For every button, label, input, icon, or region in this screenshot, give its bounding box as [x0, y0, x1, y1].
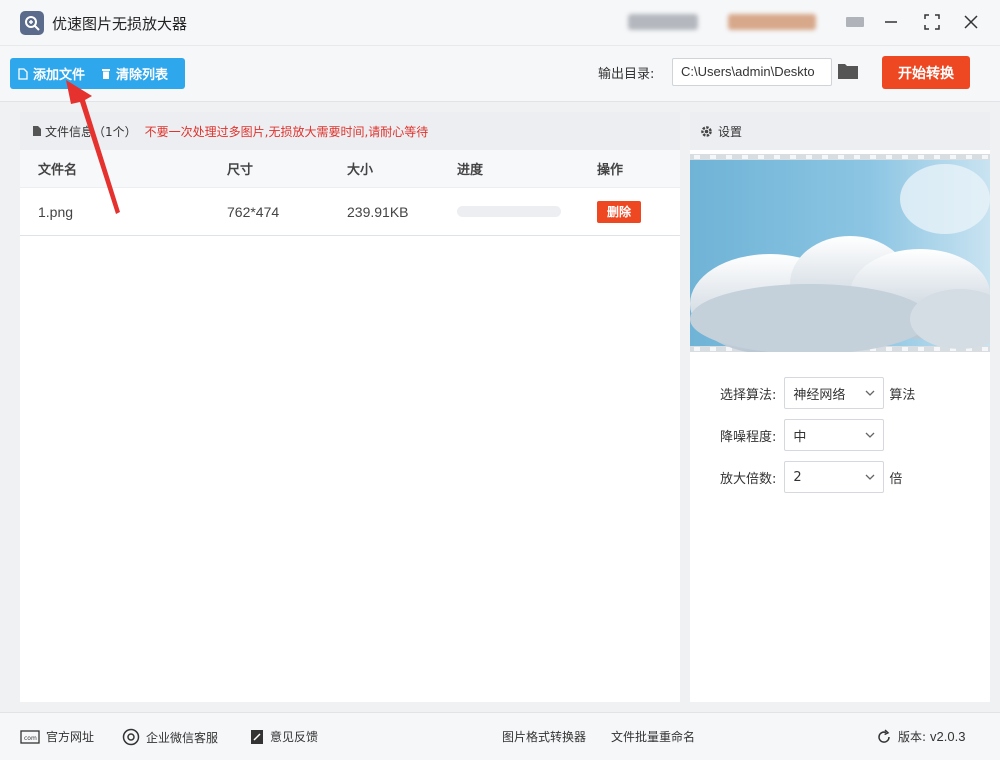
chevron-down-icon	[865, 474, 875, 480]
progress-bar	[457, 206, 561, 217]
denoise-label: 降噪程度:	[720, 429, 777, 445]
website-icon: com	[20, 729, 40, 744]
title-bar: 优速图片无损放大器	[0, 0, 1000, 45]
algorithm-value: 神经网络	[793, 387, 846, 403]
chat-icon	[122, 728, 140, 746]
blurred-avatar	[728, 14, 816, 30]
clear-list-label: 清除列表	[116, 68, 169, 83]
app-title: 优速图片无损放大器	[52, 15, 188, 33]
table-header: 文件名 尺寸 大小 进度 操作	[20, 150, 680, 188]
format-converter-label: 图片格式转换器	[502, 730, 587, 744]
column-header: 操作	[597, 163, 624, 178]
file-size: 239.91KB	[347, 203, 409, 220]
batch-rename-label: 文件批量重命名	[611, 730, 696, 744]
scale-suffix: 倍	[889, 471, 903, 487]
footer: com 官方网址 企业微信客服 意见反馈 图片格式转换器 文件批量重命名 版本:…	[0, 712, 1000, 760]
wechat-service-link[interactable]: 企业微信客服	[122, 728, 218, 746]
preview-image	[690, 154, 990, 352]
output-dir-label: 输出目录:	[598, 67, 655, 82]
app-logo-icon	[20, 11, 44, 35]
trash-icon	[102, 68, 111, 79]
settings-header: 设置	[690, 112, 990, 150]
maximize-icon[interactable]	[920, 10, 944, 34]
algorithm-suffix: 算法	[889, 387, 916, 403]
file-dimensions: 762*474	[227, 203, 280, 220]
denoise-select[interactable]: 中	[784, 419, 885, 451]
file-panel-header: 文件信息（1个） 不要一次处理过多图片,无损放大需要时间,请耐心等待	[20, 112, 680, 150]
wechat-service-label: 企业微信客服	[146, 730, 219, 745]
settings-panel: 设置 选择算法: 神经网络 算法 降噪程度: 中 放大倍数: 2 倍	[690, 112, 990, 702]
settings-title: 设置	[718, 124, 743, 139]
add-file-button[interactable]: 添加文件	[10, 58, 93, 89]
add-file-label: 添加文件	[33, 68, 86, 83]
algorithm-label: 选择算法:	[720, 387, 777, 403]
toolbar: 添加文件 清除列表 输出目录: C:\Users\admin\Deskto 开始…	[0, 45, 1000, 102]
column-header: 文件名	[38, 163, 78, 178]
algorithm-setting: 选择算法: 神经网络 算法	[720, 377, 915, 409]
folder-icon[interactable]	[837, 62, 859, 80]
column-header: 大小	[347, 163, 374, 178]
format-converter-link[interactable]: 图片格式转换器	[502, 728, 586, 745]
blurred-username	[628, 14, 698, 30]
table-row[interactable]: 1.png 762*474 239.91KB 删除	[20, 188, 680, 236]
svg-text:com: com	[24, 735, 37, 742]
version-value: v2.0.3	[930, 729, 966, 744]
output-dir-field[interactable]: C:\Users\admin\Deskto	[672, 58, 832, 86]
close-icon[interactable]	[959, 10, 983, 34]
file-button-group: 添加文件 清除列表	[10, 58, 185, 89]
gear-icon	[701, 125, 712, 137]
scale-value: 2	[793, 469, 802, 485]
file-list-panel: 文件信息（1个） 不要一次处理过多图片,无损放大需要时间,请耐心等待 文件名 尺…	[20, 112, 680, 702]
start-convert-button[interactable]: 开始转换	[882, 56, 970, 89]
algorithm-select[interactable]: 神经网络	[784, 377, 885, 409]
clear-list-button[interactable]: 清除列表	[93, 58, 176, 89]
feedback-icon	[251, 729, 263, 744]
minimize-icon[interactable]	[879, 10, 903, 34]
column-header: 尺寸	[227, 163, 254, 178]
denoise-setting: 降噪程度: 中	[720, 419, 885, 451]
denoise-value: 中	[793, 429, 807, 445]
version-info[interactable]: 版本: v2.0.3	[876, 728, 965, 745]
website-link[interactable]: com 官方网址	[20, 728, 94, 745]
version-label: 版本:	[898, 730, 927, 744]
file-name: 1.png	[38, 203, 74, 220]
batch-rename-link[interactable]: 文件批量重命名	[611, 728, 695, 745]
file-icon	[18, 67, 28, 80]
file-count-title: 文件信息（1个）	[45, 124, 137, 139]
feedback-link[interactable]: 意见反馈	[250, 728, 318, 745]
warning-text: 不要一次处理过多图片,无损放大需要时间,请耐心等待	[144, 124, 429, 139]
chevron-down-icon	[865, 390, 875, 396]
website-label: 官方网址	[46, 730, 95, 744]
column-header: 进度	[457, 163, 484, 178]
file-icon	[33, 126, 41, 136]
delete-button[interactable]: 删除	[597, 200, 641, 223]
feedback-label: 意见反馈	[270, 730, 319, 744]
chevron-down-icon	[865, 432, 875, 438]
scale-setting: 放大倍数: 2 倍	[720, 461, 902, 493]
scale-label: 放大倍数:	[720, 471, 777, 487]
menu-icon[interactable]	[843, 10, 867, 34]
scale-select[interactable]: 2	[784, 461, 885, 493]
refresh-icon	[878, 728, 890, 743]
